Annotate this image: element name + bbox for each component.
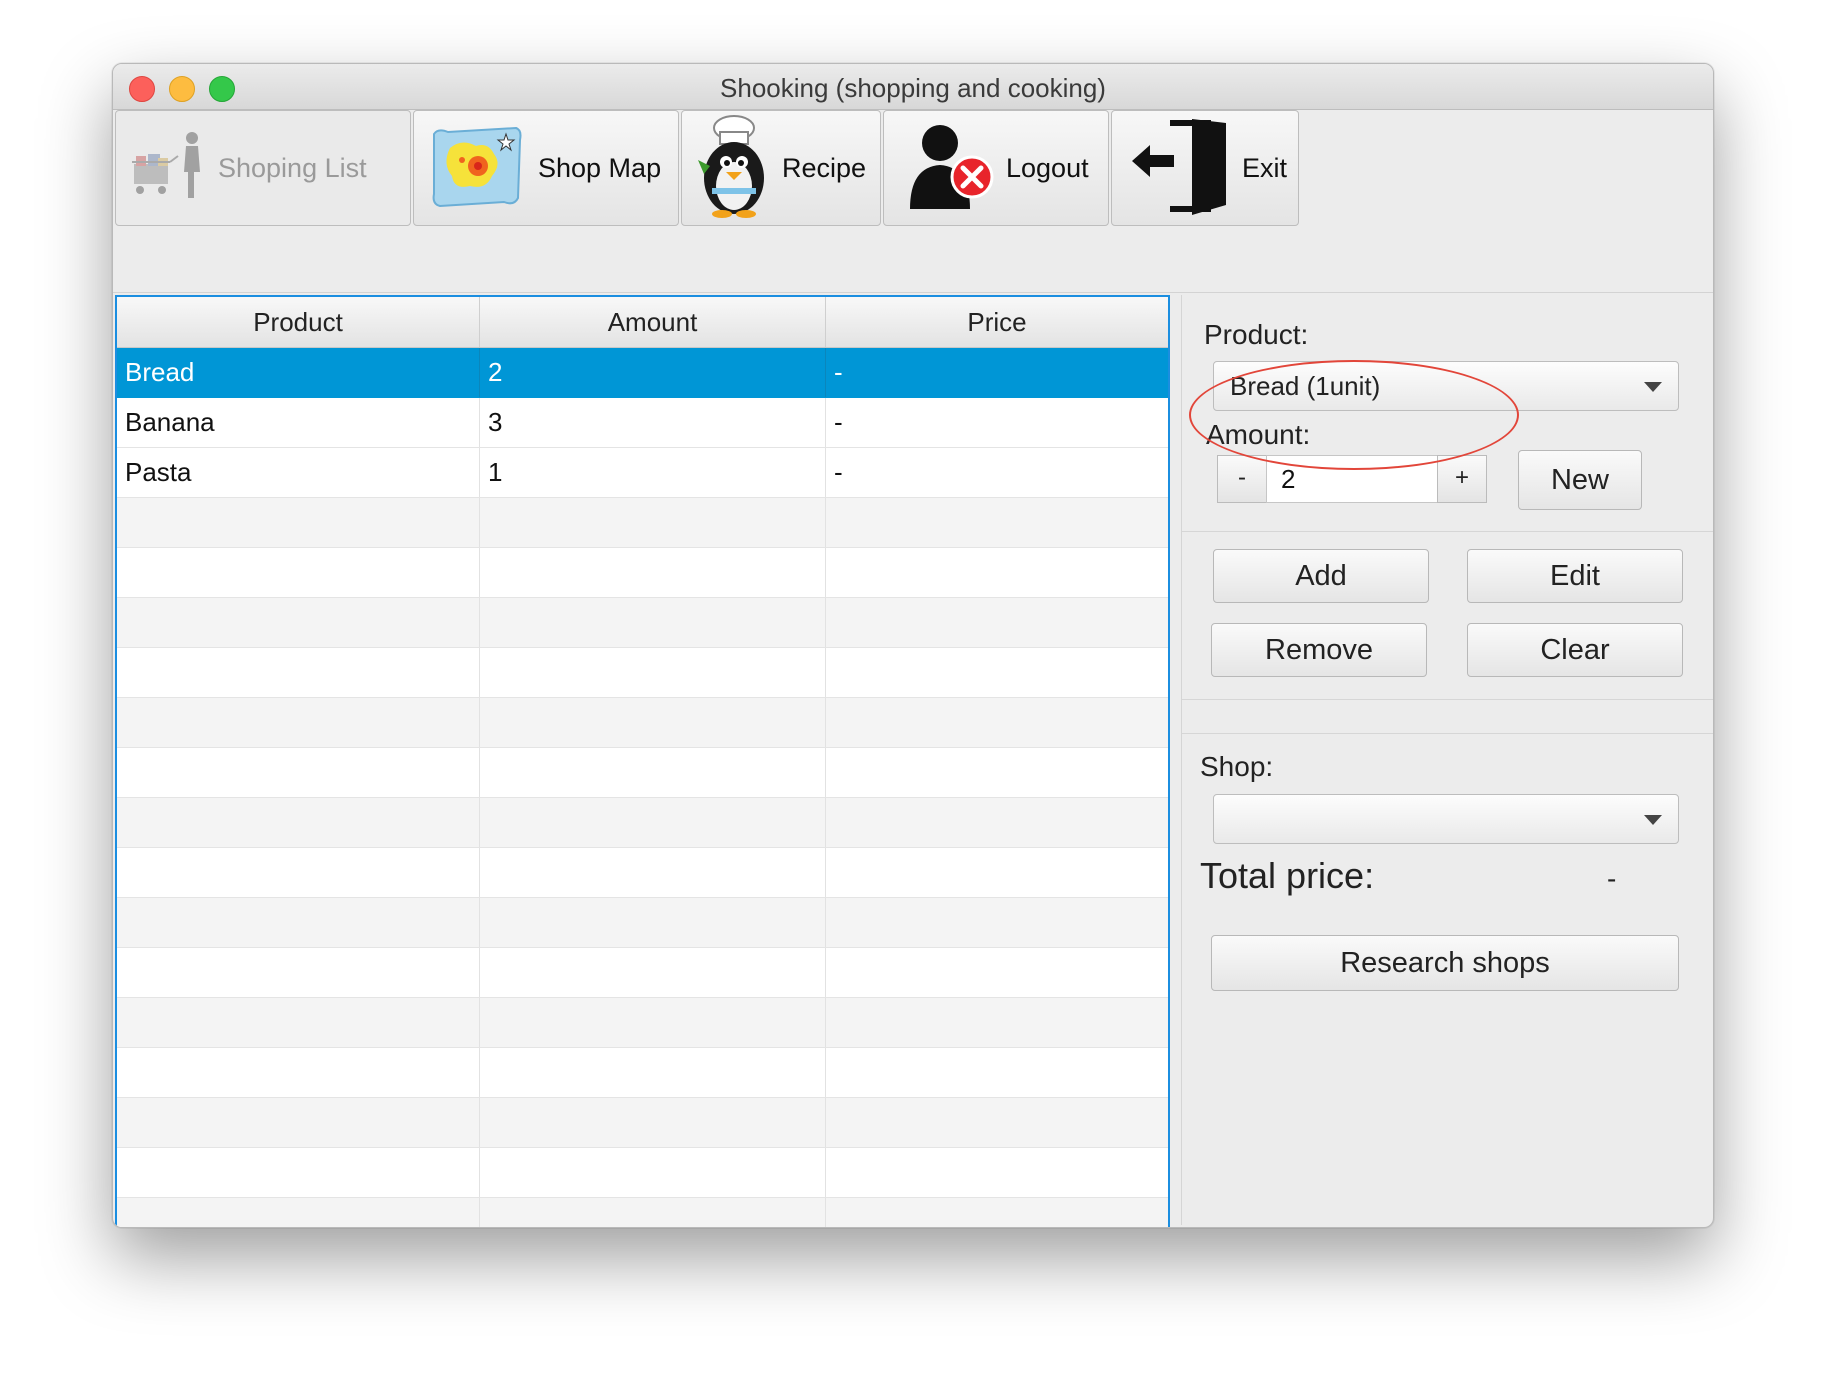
toolbar: Shoping List Shop Map Recipe Logout Exit [113, 110, 1713, 292]
toolbar-shoping-list-button[interactable]: Shoping List [115, 110, 411, 226]
empty-row [117, 748, 1168, 798]
empty-row [117, 1098, 1168, 1148]
cell-price: - [834, 357, 843, 387]
add-button[interactable]: Add [1213, 549, 1429, 603]
cell-amount: 1 [480, 448, 826, 497]
chevron-down-icon [1644, 815, 1662, 825]
panel-divider-3 [1182, 733, 1713, 734]
toolbar-logout-label: Logout [1006, 152, 1089, 183]
toolbar-logout-button[interactable]: Logout [883, 110, 1109, 226]
cell-product: Pasta [117, 448, 480, 497]
amount-field[interactable]: 2 [1266, 455, 1438, 503]
cell-price: - [834, 457, 843, 487]
window-title: Shooking (shopping and cooking) [720, 73, 1106, 103]
empty-row [117, 648, 1168, 698]
cell-amount: 2 [480, 348, 826, 397]
toolbar-recipe-button[interactable]: Recipe [681, 110, 881, 226]
empty-row [117, 1048, 1168, 1098]
total-price-label: Total price: [1200, 855, 1375, 896]
table-header: Product Amount Price [117, 297, 1168, 348]
empty-row [117, 698, 1168, 748]
chevron-down-icon [1644, 382, 1662, 392]
total-price-value: - [1607, 863, 1617, 894]
title-bar[interactable]: Shooking (shopping and cooking) [113, 64, 1713, 110]
toolbar-shoping-list-label: Shoping List [218, 152, 367, 183]
cell-product: Banana [117, 398, 480, 447]
exit-door-icon [1130, 115, 1228, 222]
cell-price: - [834, 407, 843, 437]
table-body: Bread 2 - Banana 3 - Pasta 1 - [117, 348, 1168, 1227]
app-window: Shooking (shopping and cooking) Shoping … [112, 63, 1714, 1228]
shopping-cart-person-icon [130, 126, 210, 211]
clear-button[interactable]: Clear [1467, 623, 1683, 677]
cell-product: Bread [117, 348, 480, 397]
toolbar-recipe-label: Recipe [782, 152, 867, 183]
amount-increment-button[interactable]: + [1437, 455, 1487, 503]
product-label: Product: [1204, 319, 1309, 350]
chef-penguin-icon [696, 114, 772, 223]
empty-row [117, 498, 1168, 548]
toolbar-divider [113, 292, 1713, 293]
shop-select[interactable] [1213, 794, 1679, 844]
empty-row [117, 1148, 1168, 1198]
amount-decrement-button[interactable]: - [1217, 455, 1267, 503]
map-icon [428, 120, 526, 217]
toolbar-exit-button[interactable]: Exit [1111, 110, 1299, 226]
empty-row [117, 998, 1168, 1048]
empty-row [117, 948, 1168, 998]
table-row[interactable]: Bread 2 - [117, 348, 1168, 398]
toolbar-exit-label: Exit [1242, 152, 1288, 183]
empty-row [117, 898, 1168, 948]
shopping-list-table[interactable]: Product Amount Price Bread 2 - Banana 3 … [115, 295, 1170, 1227]
product-select-value: Bread (1unit) [1230, 371, 1381, 401]
column-header-price[interactable]: Price [826, 297, 1168, 347]
empty-row [117, 548, 1168, 598]
product-select[interactable]: Bread (1unit) [1213, 361, 1679, 411]
empty-row [117, 1198, 1168, 1227]
column-header-product[interactable]: Product [117, 297, 480, 347]
toolbar-shop-map-button[interactable]: Shop Map [413, 110, 679, 226]
toolbar-shop-map-label: Shop Map [538, 152, 662, 183]
panel-divider-1 [1182, 531, 1713, 532]
edit-button[interactable]: Edit [1467, 549, 1683, 603]
research-shops-button[interactable]: Research shops [1211, 935, 1679, 991]
amount-label: Amount: [1206, 419, 1311, 450]
user-logout-icon [910, 123, 996, 214]
table-row[interactable]: Banana 3 - [117, 398, 1168, 448]
details-panel: Product: Bread (1unit) Amount: - 2 + New… [1182, 295, 1713, 1227]
empty-row [117, 848, 1168, 898]
empty-row [117, 798, 1168, 848]
column-header-amount[interactable]: Amount [480, 297, 826, 347]
shop-label: Shop: [1200, 751, 1274, 782]
remove-button[interactable]: Remove [1211, 623, 1427, 677]
empty-row [117, 598, 1168, 648]
table-row[interactable]: Pasta 1 - [117, 448, 1168, 498]
cell-amount: 3 [480, 398, 826, 447]
panel-divider-2 [1182, 699, 1713, 700]
new-product-button[interactable]: New [1518, 450, 1642, 510]
